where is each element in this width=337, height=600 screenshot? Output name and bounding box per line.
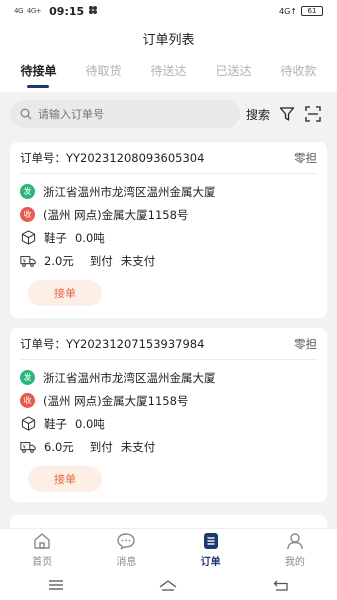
payment-status: 未支付	[120, 253, 156, 268]
send-badge: 发	[20, 370, 35, 385]
package-icon	[20, 230, 36, 246]
payment-mode: 到付	[89, 253, 113, 268]
order-card: 订单号：YY20231207153937984 零担 发 浙江省温州市龙湾区温州…	[10, 328, 327, 502]
svg-text:¥: ¥	[23, 444, 27, 450]
freight-fee-icon: ¥	[20, 439, 36, 455]
payment-mode: 到付	[89, 439, 113, 454]
search-box	[10, 100, 240, 128]
package-icon	[20, 416, 36, 432]
order-card: 订单号：YY20231208093605304 零担 发 浙江省温州市龙湾区温州…	[10, 142, 327, 318]
send-badge: 发	[20, 184, 35, 199]
signal-indicator-1: 4G	[14, 7, 23, 15]
sender-row: 发 浙江省温州市龙湾区温州金属大厦	[20, 180, 317, 203]
accept-order-button[interactable]: 接单	[28, 466, 102, 492]
profile-icon	[285, 531, 305, 551]
system-nav-bar	[0, 570, 337, 600]
goods-weight: 0.0吨	[75, 416, 105, 431]
receiver-address: (温州 网点)金属大厦1158号	[43, 207, 189, 222]
payment-status: 未支付	[120, 439, 156, 454]
battery-level: 61	[307, 7, 317, 15]
receiver-address: (温州 网点)金属大厦1158号	[43, 393, 189, 408]
tab-pending-pickup[interactable]: 待取货	[85, 54, 121, 92]
home-nav-icon[interactable]	[156, 577, 180, 593]
network-indicator: 4G↑	[279, 6, 297, 16]
nav-orders[interactable]: 订单	[181, 531, 241, 568]
goods-name: 鞋子	[44, 416, 67, 431]
shipping-type: 零担	[294, 150, 317, 165]
sender-address: 浙江省温州市龙湾区温州金属大厦	[43, 370, 216, 385]
order-number: 订单号：YY20231208093605304	[20, 150, 205, 165]
search-row: 搜索	[0, 96, 337, 132]
nav-messages[interactable]: 消息	[96, 531, 156, 568]
battery-icon: 61	[301, 6, 323, 16]
payment-row: ¥ 6.0元 到付 未支付	[20, 435, 317, 458]
sender-row: 发 浙江省温州市龙湾区温州金属大厦	[20, 366, 317, 389]
payment-row: ¥ 2.0元 到付 未支付	[20, 249, 317, 272]
message-icon	[116, 531, 136, 551]
search-icon	[20, 105, 32, 124]
order-number: 订单号：YY20231207153937984	[20, 336, 205, 351]
search-button[interactable]: 搜索	[246, 106, 270, 123]
tab-delivered[interactable]: 已送达	[215, 54, 251, 92]
order-icon	[201, 531, 221, 551]
clock: 09:15	[49, 4, 85, 18]
goods-name: 鞋子	[44, 230, 67, 245]
goods-row: 鞋子 0.0吨	[20, 412, 317, 435]
freight-price: 2.0元	[44, 253, 74, 268]
tab-pending-delivery[interactable]: 待送达	[150, 54, 186, 92]
nav-profile-label: 我的	[284, 557, 305, 568]
receive-badge: 收	[20, 393, 35, 408]
tab-pending-payment[interactable]: 待收款	[280, 54, 316, 92]
scan-icon[interactable]	[304, 105, 322, 123]
goods-row: 鞋子 0.0吨	[20, 226, 317, 249]
sender-address: 浙江省温州市龙湾区温州金属大厦	[43, 184, 216, 199]
tab-pending-accept[interactable]: 待接单	[20, 54, 57, 92]
order-search-input[interactable]	[38, 107, 218, 121]
receiver-row: 收 (温州 网点)金属大厦1158号	[20, 389, 317, 412]
freight-price: 6.0元	[44, 439, 74, 454]
home-icon	[32, 531, 52, 551]
order-card-header: 订单号：YY20231207153937984 零担	[20, 328, 317, 360]
order-status-tabs: 待接单 待取货 待送达 已送达 待收款	[0, 54, 337, 92]
menu-icon[interactable]	[44, 577, 68, 593]
receive-badge: 收	[20, 207, 35, 222]
back-icon[interactable]	[269, 577, 293, 593]
freight-fee-icon: ¥	[20, 253, 36, 269]
nav-profile[interactable]: 我的	[265, 531, 325, 568]
app-status-icon	[88, 5, 98, 18]
signal-indicator-2: 4G+	[26, 7, 42, 15]
page-header: 订单列表	[0, 22, 337, 54]
page-title: 订单列表	[142, 32, 195, 48]
nav-home-label: 首页	[32, 557, 53, 568]
filter-icon[interactable]	[278, 105, 296, 123]
order-card-header: 订单号：YY20231208093605304 零担	[20, 142, 317, 174]
shipping-type: 零担	[294, 336, 317, 351]
nav-messages-label: 消息	[116, 557, 137, 568]
nav-home[interactable]: 首页	[12, 531, 72, 568]
goods-weight: 0.0吨	[75, 230, 105, 245]
svg-text:¥: ¥	[23, 258, 27, 264]
accept-order-button[interactable]: 接单	[28, 280, 102, 306]
status-bar: 4G 4G+ 09:15 4G↑ 61	[0, 0, 337, 22]
nav-orders-label: 订单	[200, 557, 221, 568]
bottom-nav: 首页 消息 订单 我的	[0, 528, 337, 570]
receiver-row: 收 (温州 网点)金属大厦1158号	[20, 203, 317, 226]
